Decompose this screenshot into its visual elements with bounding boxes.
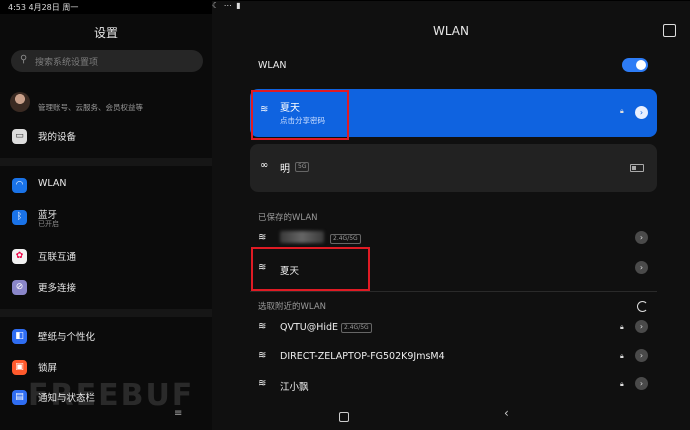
avatar: [10, 92, 30, 112]
network-ssid: QVTU@HidE: [280, 322, 339, 333]
network-ssid: DIRECT-ZELAPTOP-FG502K9JmsM4: [280, 351, 445, 362]
divider: [250, 291, 657, 292]
wifi-icon: ◠: [12, 178, 27, 193]
wifi-icon: ≋: [258, 321, 267, 332]
sidebar-item-label: 壁纸与个性化: [38, 332, 96, 343]
wlan-panel: WLAN WLAN ≋ 夏天 点击分享密码 🔒︎ › ∞ 明 5G 已保存的WL…: [212, 14, 690, 430]
settings-title: 设置: [93, 26, 118, 40]
lock-icon: ▣: [12, 360, 27, 375]
network-ssid: 明: [280, 164, 290, 175]
lock-icon: 🔒︎: [620, 380, 624, 388]
nearby-network-row[interactable]: ≋ QVTU@HidE 2.4G/5G 🔒︎ ›: [258, 317, 653, 339]
sidebar-item-lockscreen[interactable]: ▣ 锁屏: [12, 358, 207, 378]
sidebar-item-wallpaper[interactable]: ◧ 壁纸与个性化: [12, 327, 207, 347]
status-time: 4:53 4月28日 周一: [8, 3, 79, 12]
lock-icon: 🔒︎: [620, 107, 624, 115]
back-icon[interactable]: ‹: [504, 406, 509, 420]
sidebar-item-label: 更多连接: [38, 283, 77, 294]
sidebar-item-label: WLAN: [38, 178, 67, 189]
search-input[interactable]: ⚲ 搜索系统设置项: [11, 50, 203, 72]
network-ssid: 江小飘: [280, 382, 309, 393]
highlight-box: [251, 90, 349, 140]
device-icon: ▭: [12, 129, 27, 144]
wlan-toggle[interactable]: [622, 58, 648, 72]
details-arrow-icon[interactable]: ›: [635, 349, 648, 362]
highlight-box: [251, 247, 370, 291]
home-icon[interactable]: [339, 412, 349, 422]
sidebar-item-wlan[interactable]: ◠ WLAN: [12, 176, 207, 196]
lock-icon: 🔒︎: [620, 352, 624, 360]
sidebar-item-sublabel: 已开启: [38, 220, 59, 228]
account-subtitle: 管理账号、云服务、会员权益等: [38, 103, 143, 112]
blurred-ssid: [280, 231, 324, 243]
details-arrow-icon[interactable]: ›: [635, 231, 648, 244]
wlan-toggle-label: WLAN: [258, 60, 287, 71]
interconnect-icon: ✿: [12, 249, 27, 264]
sidebar-item-more-connections[interactable]: ⊘ 更多连接: [12, 278, 207, 298]
band-badge: 2.4G/5G: [341, 323, 372, 333]
wallpaper-icon: ◧: [12, 329, 27, 344]
sidebar-item-my-device[interactable]: ▭ 我的设备: [12, 127, 207, 147]
nearby-header: 选取附近的WLAN: [258, 302, 327, 312]
section-divider: [0, 309, 212, 317]
search-icon: ⚲: [20, 54, 28, 65]
menu-icon[interactable]: ≡: [174, 408, 182, 419]
search-placeholder: 搜索系统设置项: [35, 58, 99, 68]
hotspot-card[interactable]: ∞ 明 5G: [250, 144, 657, 192]
refresh-icon[interactable]: [637, 301, 648, 312]
sidebar-item-label: 我的设备: [38, 132, 77, 143]
details-arrow-icon[interactable]: ›: [635, 320, 648, 333]
link-icon: ∞: [260, 160, 269, 171]
wifi-icon: ≋: [258, 378, 267, 389]
page-title: WLAN: [432, 24, 469, 38]
sidebar-item-label: 锁屏: [38, 363, 58, 374]
sidebar-item-bluetooth[interactable]: ᛒ 蓝牙 已开启: [12, 208, 207, 228]
details-arrow-icon[interactable]: ›: [635, 106, 648, 119]
details-arrow-icon[interactable]: ›: [635, 377, 648, 390]
navigation-bar: ≡ ‹: [0, 398, 690, 430]
status-bar: 4:53 4月28日 周一 ☾ ⋯ ▮: [0, 0, 690, 417]
sidebar-item-label: 互联互通: [38, 252, 77, 263]
battery-icon: [630, 164, 644, 172]
details-arrow-icon[interactable]: ›: [635, 261, 648, 274]
scan-icon[interactable]: [663, 24, 676, 37]
saved-header: 已保存的WLAN: [258, 213, 318, 223]
wifi-icon: ≋: [258, 232, 267, 243]
nearby-network-row[interactable]: ≋ DIRECT-ZELAPTOP-FG502K9JmsM4 🔒︎ ›: [258, 346, 653, 368]
band-badge: 5G: [295, 162, 310, 172]
section-divider: [0, 158, 212, 166]
sidebar-item-interconnect[interactable]: ✿ 互联互通: [12, 247, 207, 267]
nearby-network-row[interactable]: ≋ 江小飘 🔒︎ ›: [258, 374, 653, 396]
band-badge: 2.4G/5G: [330, 234, 361, 244]
lock-icon: 🔒︎: [620, 323, 624, 331]
settings-panel: 设置 ⚲ 搜索系统设置项 管理账号、云服务、会员权益等 ▭ 我的设备 ◠ WLA…: [0, 14, 212, 430]
bluetooth-icon: ᛒ: [12, 210, 27, 225]
account-row[interactable]: 管理账号、云服务、会员权益等: [10, 92, 210, 118]
wifi-icon: ≋: [258, 350, 267, 361]
link-icon: ⊘: [12, 280, 27, 295]
